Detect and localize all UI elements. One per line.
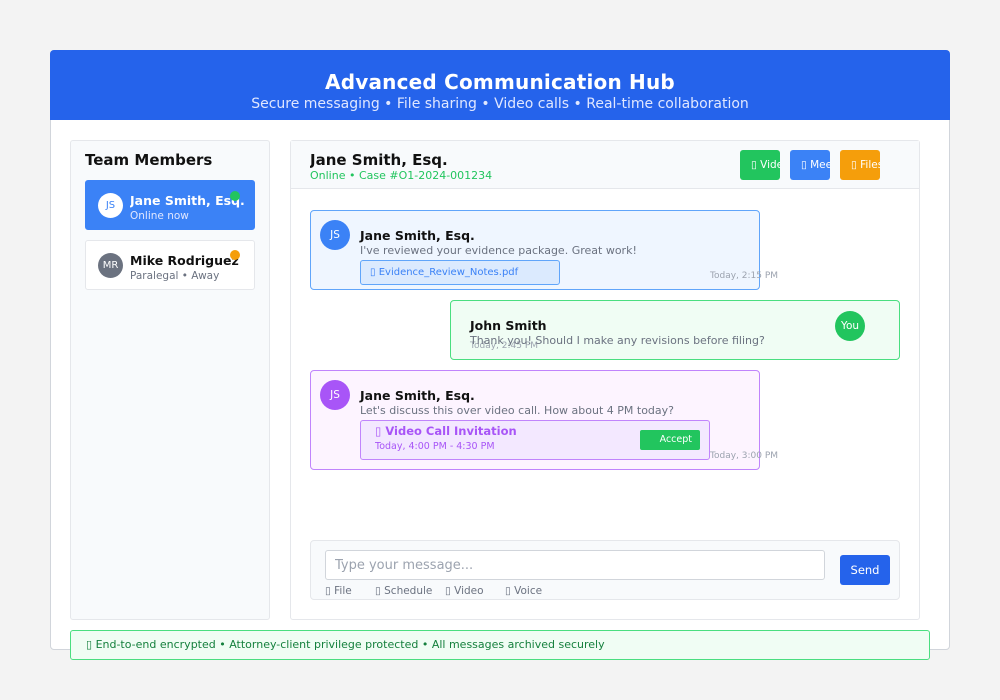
sidebar-title: Team Members xyxy=(85,151,213,169)
schedule-button[interactable]: ▯ Schedule xyxy=(375,585,432,597)
message-input[interactable] xyxy=(325,550,825,580)
video-call-label: Video xyxy=(760,159,780,171)
avatar: MR xyxy=(98,253,123,278)
message-text: I've reviewed your evidence package. Gre… xyxy=(360,244,637,257)
message-sender: John Smith xyxy=(470,318,547,333)
files-label: Files xyxy=(860,159,880,171)
tool-label: Video xyxy=(454,585,484,597)
invitation-title-text: Video Call Invitation xyxy=(385,424,517,438)
message-text: Let's discuss this over video call. How … xyxy=(360,404,675,417)
lock-icon: ▯ xyxy=(86,638,93,651)
video-icon: ▯ xyxy=(445,585,451,597)
invitation-title: ▯ Video Call Invitation xyxy=(375,424,517,438)
accept-button[interactable]: Accept xyxy=(640,430,700,450)
meeting-icon: ▯ xyxy=(801,159,807,171)
message-sender: Jane Smith, Esq. xyxy=(360,228,475,243)
attach-file-button[interactable]: ▯ File xyxy=(325,585,352,597)
message-text: Thank you! Should I make any revisions b… xyxy=(470,334,765,347)
avatar: JS xyxy=(320,220,350,250)
attachment-link[interactable]: ▯ Evidence_Review_Notes.pdf xyxy=(360,260,560,285)
calendar-icon: ▯ xyxy=(375,585,381,597)
avatar: JS xyxy=(320,380,350,410)
member-status: Paralegal • Away xyxy=(130,270,220,282)
member-status: Online now xyxy=(130,210,189,222)
chat-contact-status: Online • Case #O1-2024-001234 xyxy=(310,169,493,182)
paperclip-icon: ▯ xyxy=(325,585,331,597)
send-button[interactable]: Send xyxy=(840,555,890,585)
security-banner-text: End-to-end encrypted • Attorney-client p… xyxy=(95,638,605,651)
avatar: JS xyxy=(98,193,123,218)
presence-online-indicator xyxy=(230,191,240,201)
video-call-button[interactable]: ▯ Video xyxy=(740,150,780,180)
security-banner: ▯ End-to-end encrypted • Attorney-client… xyxy=(70,630,930,660)
chat-contact-name: Jane Smith, Esq. xyxy=(310,151,448,169)
meeting-label: Meet xyxy=(810,159,830,171)
team-member-mike-rodriguez[interactable]: MR Mike Rodriguez Paralegal • Away xyxy=(85,240,255,290)
video-message-button[interactable]: ▯ Video xyxy=(445,585,484,597)
microphone-icon: ▯ xyxy=(505,585,511,597)
video-icon: ▯ xyxy=(751,159,757,171)
folder-icon: ▯ xyxy=(851,159,857,171)
presence-away-indicator xyxy=(230,250,240,260)
app-title: Advanced Communication Hub xyxy=(325,70,675,94)
invitation-time: Today, 4:00 PM - 4:30 PM xyxy=(375,441,495,452)
meeting-button[interactable]: ▯ Meet xyxy=(790,150,830,180)
attachment-name: Evidence_Review_Notes.pdf xyxy=(378,267,519,278)
avatar: You xyxy=(835,311,865,341)
document-icon: ▯ xyxy=(370,267,376,278)
message-sender: Jane Smith, Esq. xyxy=(360,388,475,403)
tool-label: File xyxy=(334,585,352,597)
team-member-jane-smith[interactable]: JS Jane Smith, Esq. Online now xyxy=(85,180,255,230)
voice-message-button[interactable]: ▯ Voice xyxy=(505,585,542,597)
video-icon: ▯ xyxy=(375,424,382,438)
tool-label: Voice xyxy=(514,585,543,597)
tool-label: Schedule xyxy=(384,585,433,597)
message-timestamp: Today, 3:00 PM xyxy=(710,451,779,461)
files-button[interactable]: ▯ Files xyxy=(840,150,880,180)
app-subtitle: Secure messaging • File sharing • Video … xyxy=(251,96,749,112)
message-timestamp: Today, 2:15 PM xyxy=(710,271,779,281)
